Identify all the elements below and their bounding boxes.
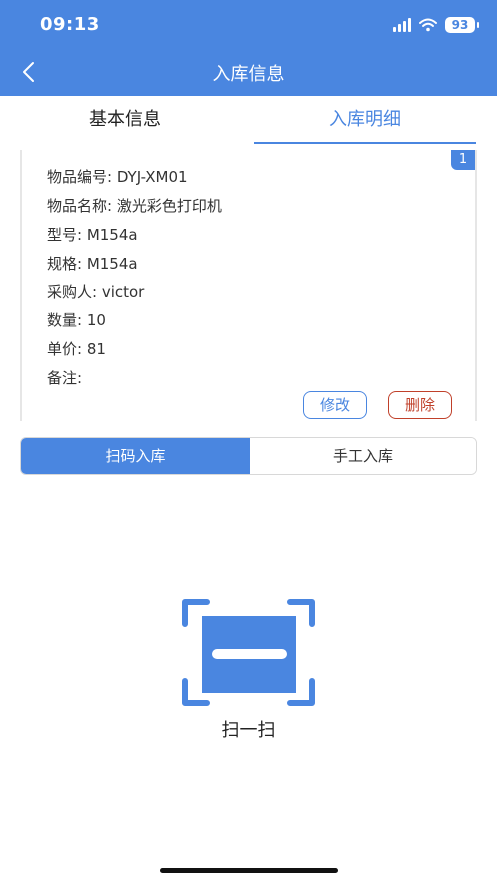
tab-inbound-detail[interactable]: 入库明细: [254, 96, 476, 144]
home-indicator: [160, 868, 338, 873]
delete-button[interactable]: 删除: [388, 391, 452, 419]
manual-inbound-tab[interactable]: 手工入库: [250, 438, 476, 474]
active-tab-indicator: [254, 142, 476, 144]
scan-icon: [182, 599, 315, 706]
tab-basic-info[interactable]: 基本信息: [0, 96, 250, 144]
edit-button[interactable]: 修改: [303, 391, 367, 419]
field-item-name: 物品名称: 激光彩色打印机: [47, 197, 222, 215]
item-card: 1 物品编号: DYJ-XM01 物品名称: 激光彩色打印机 型号: M154a…: [20, 150, 477, 421]
field-purchaser: 采购人: victor: [47, 283, 145, 301]
cellular-signal-icon: [393, 18, 411, 32]
app-header: 09:13 93 入库信息: [0, 0, 497, 96]
field-spec: 规格: M154a: [47, 255, 138, 273]
item-index-badge: 1: [451, 150, 475, 170]
field-model: 型号: M154a: [47, 226, 138, 244]
inbound-mode-switch: 扫码入库 手工入库: [20, 437, 477, 475]
battery-icon: 93: [445, 17, 479, 33]
field-unit-price: 单价: 81: [47, 340, 106, 358]
status-icons: 93: [393, 14, 479, 36]
status-time: 09:13: [40, 14, 100, 35]
scan-label: 扫一扫: [221, 720, 276, 741]
page-title: 入库信息: [212, 64, 285, 85]
field-item-code: 物品编号: DYJ-XM01: [47, 168, 188, 186]
tab-bar: 基本信息 入库明细: [0, 96, 497, 144]
wifi-icon: [419, 18, 437, 32]
field-quantity: 数量: 10: [47, 311, 106, 329]
field-remark: 备注:: [47, 369, 83, 387]
scan-button[interactable]: [182, 599, 315, 706]
scan-inbound-tab[interactable]: 扫码入库: [21, 438, 250, 474]
